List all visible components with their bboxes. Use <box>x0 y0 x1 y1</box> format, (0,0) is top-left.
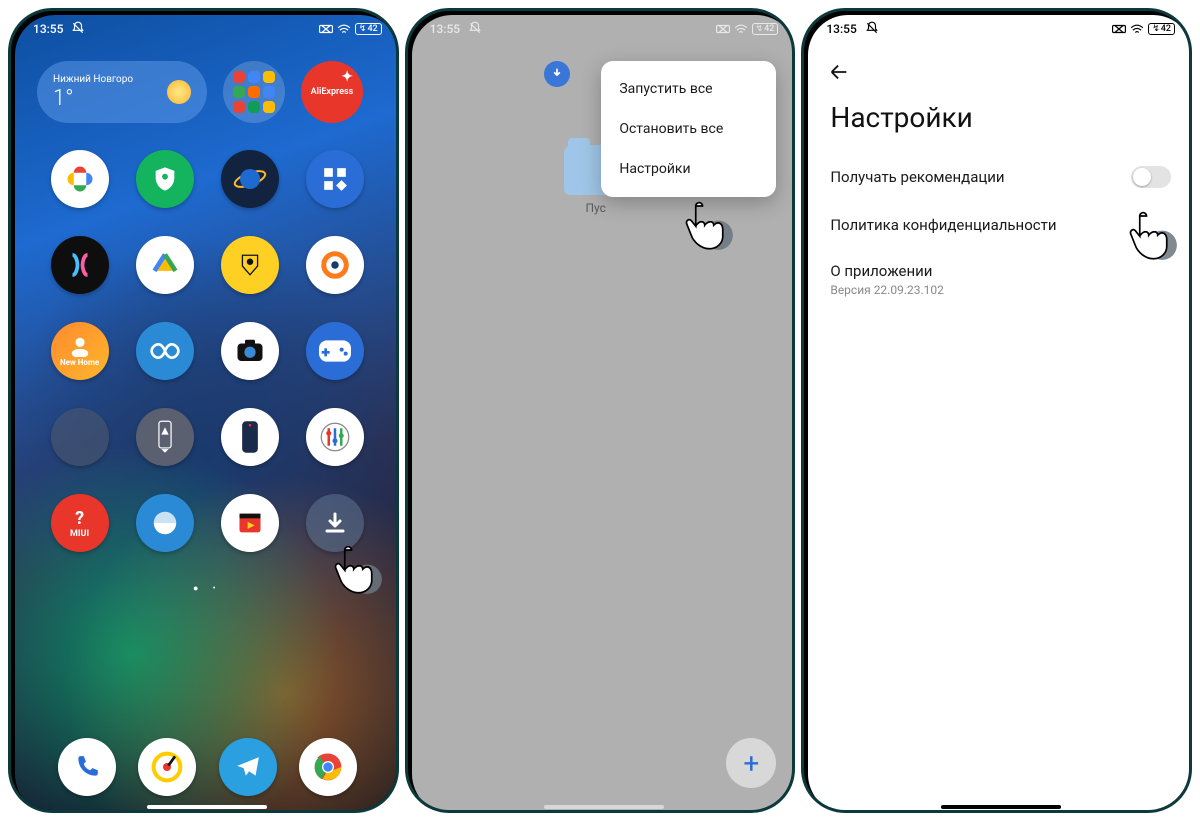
app-infinity[interactable] <box>136 322 194 380</box>
battery-icon: ↯42 <box>1148 23 1175 35</box>
setting-about[interactable]: О приложении Версия 22.09.23.102 <box>808 248 1192 311</box>
dock-phone[interactable] <box>58 738 116 796</box>
page-indicator: ● • <box>15 569 399 594</box>
dnd-icon <box>468 21 482 38</box>
app-phone-shape[interactable] <box>221 408 279 466</box>
app-security[interactable] <box>136 150 194 208</box>
app-tiles[interactable] <box>306 150 364 208</box>
menu-settings[interactable]: Настройки <box>601 149 776 189</box>
setting-privacy[interactable]: Политика конфиденциальности <box>808 202 1192 248</box>
dock-yandex-music[interactable] <box>138 738 196 796</box>
fab-add[interactable]: + <box>726 738 776 788</box>
battery-icon: ↯42 <box>355 23 382 35</box>
home-indicator[interactable] <box>544 805 664 809</box>
toggle-recommendations[interactable] <box>1131 166 1171 188</box>
phone-downloads: 13:55 ↯42 Пус Запустить все Остановить в… <box>405 8 796 813</box>
aliexpress-app[interactable]: ✦ AliExpress <box>301 61 363 123</box>
app-browser[interactable] <box>136 494 194 552</box>
setting-recommendations[interactable]: Получать рекомендации <box>808 152 1192 202</box>
app-rocket[interactable] <box>136 408 194 466</box>
app-downloads[interactable] <box>306 494 364 552</box>
status-bar: 13:55 ↯42 <box>808 15 1192 41</box>
phone-settings: 13:55 ↯42 Настройки Получать рекомендаци… <box>801 8 1192 813</box>
settings-screen: 13:55 ↯42 Настройки Получать рекомендаци… <box>808 15 1192 813</box>
status-icons: ↯42 <box>716 23 779 35</box>
app-camera[interactable] <box>221 322 279 380</box>
app-openvpn[interactable] <box>306 236 364 294</box>
app-planet[interactable] <box>221 150 279 208</box>
app-tinkoff[interactable] <box>221 236 279 294</box>
dock <box>15 738 399 796</box>
home-indicator[interactable] <box>941 805 1061 809</box>
dock-chrome[interactable] <box>299 738 357 796</box>
app-gamepad[interactable] <box>306 322 364 380</box>
app-files[interactable] <box>136 236 194 294</box>
sun-icon <box>167 80 191 104</box>
app-equalizer[interactable] <box>306 408 364 466</box>
app-photos[interactable] <box>51 150 109 208</box>
home-screen: 13:55 ↯42 Нижний Новгоро 1° <box>15 15 399 813</box>
dock-telegram[interactable] <box>219 738 277 796</box>
cursor-icon <box>680 197 734 251</box>
weather-temp: 1° <box>53 86 133 111</box>
status-time: 13:55 <box>430 22 460 36</box>
dnd-icon <box>865 21 879 38</box>
folder-label: Пус <box>585 201 605 215</box>
app-copilot[interactable] <box>51 236 109 294</box>
menu-stop-all[interactable]: Остановить все <box>601 109 776 149</box>
app-miui[interactable]: ?MIUI <box>51 494 109 552</box>
weather-city: Нижний Новгоро <box>53 74 133 86</box>
phone-home: 13:55 ↯42 Нижний Новгоро 1° <box>8 8 399 813</box>
status-bar: 13:55 ↯42 <box>412 15 796 41</box>
status-icons: ↯42 <box>319 23 382 35</box>
app-video[interactable] <box>221 494 279 552</box>
status-time: 13:55 <box>33 22 63 36</box>
menu-start-all[interactable]: Запустить все <box>601 69 776 109</box>
version-text: Версия 22.09.23.102 <box>830 280 944 297</box>
weather-widget[interactable]: Нижний Новгоро 1° <box>37 61 207 123</box>
overflow-menu: Запустить все Остановить все Настройки <box>601 61 776 197</box>
status-time: 13:55 <box>826 22 856 36</box>
back-button[interactable] <box>808 41 1192 93</box>
dnd-icon <box>71 21 85 38</box>
app-grid: New Home <box>15 133 399 569</box>
battery-icon: ↯42 <box>752 23 779 35</box>
download-status-icon[interactable] <box>544 61 570 87</box>
status-icons: ↯42 <box>1112 23 1175 35</box>
google-folder[interactable] <box>223 61 285 123</box>
status-bar: 13:55 ↯42 <box>15 15 399 41</box>
home-indicator[interactable] <box>147 805 267 809</box>
app-tools-folder[interactable] <box>51 408 109 466</box>
downloads-screen: 13:55 ↯42 Пус Запустить все Остановить в… <box>412 15 796 813</box>
page-title: Настройки <box>808 93 1192 152</box>
app-newhome[interactable]: New Home <box>51 322 109 380</box>
